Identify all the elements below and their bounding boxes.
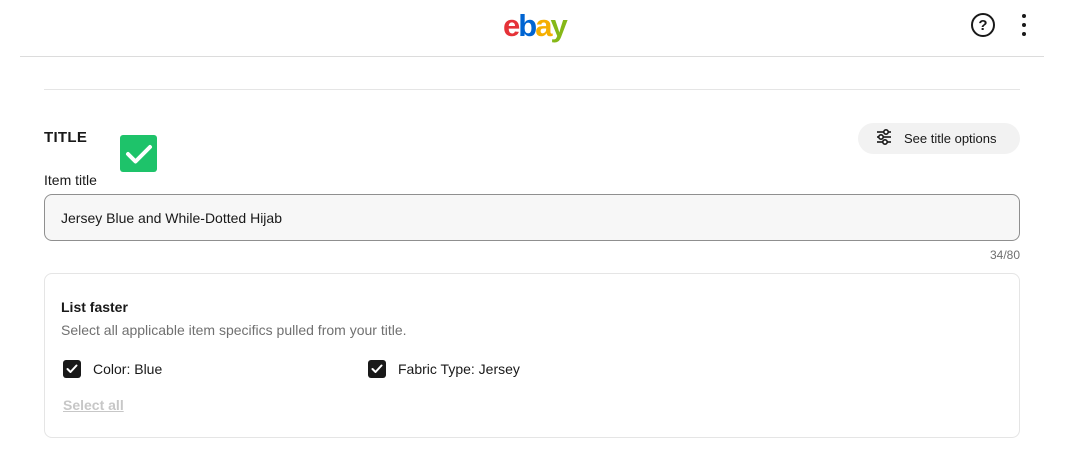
- see-title-options-label: See title options: [904, 131, 997, 146]
- specific-option-color[interactable]: Color: Blue: [63, 360, 162, 378]
- logo-letter-y: y: [550, 8, 567, 43]
- help-icon[interactable]: ?: [971, 13, 995, 37]
- item-title-input[interactable]: [44, 194, 1020, 241]
- logo-letter-b: b: [518, 8, 537, 43]
- select-all-link[interactable]: Select all: [63, 397, 124, 413]
- logo-letter-a: a: [535, 8, 552, 43]
- checkbox-checked-icon[interactable]: [368, 360, 386, 378]
- specific-option-fabric-type[interactable]: Fabric Type: Jersey: [368, 360, 520, 378]
- logo-letter-e: e: [503, 8, 520, 43]
- help-symbol: ?: [978, 16, 988, 34]
- list-faster-title: List faster: [61, 299, 128, 315]
- more-options-icon[interactable]: [1016, 14, 1032, 36]
- option-label: Color: Blue: [93, 361, 163, 377]
- top-header: ebay ?: [20, 0, 1044, 57]
- option-label: Fabric Type: Jersey: [398, 361, 520, 377]
- section-title: TITLE: [44, 129, 88, 146]
- section-divider: [44, 89, 1020, 90]
- list-faster-subtitle: Select all applicable item specifics pul…: [61, 322, 407, 338]
- checkbox-checked-icon[interactable]: [63, 360, 81, 378]
- sliders-icon: [876, 128, 892, 148]
- item-title-label: Item title: [44, 172, 97, 188]
- list-faster-card: List faster Select all applicable item s…: [44, 273, 1020, 438]
- character-count: 34/80: [989, 248, 1020, 262]
- ebay-logo[interactable]: ebay: [503, 8, 568, 44]
- checkmark-success-icon: [120, 135, 157, 172]
- see-title-options-button[interactable]: See title options: [858, 123, 1020, 154]
